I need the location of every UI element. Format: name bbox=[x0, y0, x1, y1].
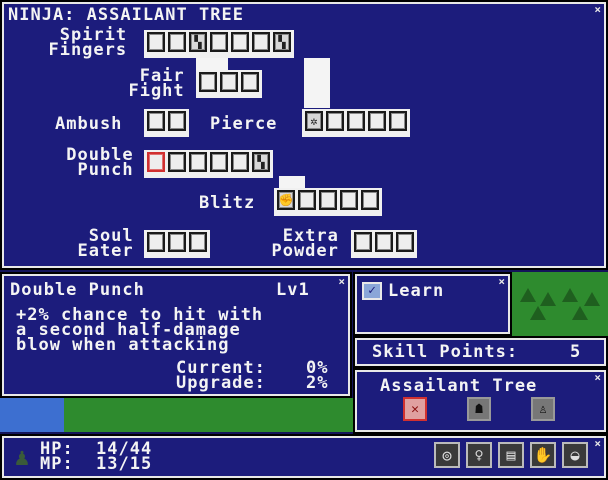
skill-label-ambush: Ambush bbox=[55, 114, 123, 134]
grass-terrain bbox=[64, 398, 354, 432]
skill-slot[interactable] bbox=[210, 32, 228, 52]
crossed-swords-icon[interactable]: ✕ bbox=[403, 397, 427, 421]
tree-sprite bbox=[572, 306, 588, 320]
figure-icon[interactable]: ♙ bbox=[531, 397, 555, 421]
skill-slots-fair-fight[interactable] bbox=[196, 70, 262, 98]
tooth-icon[interactable]: ▚ bbox=[252, 152, 270, 172]
tooth-icon[interactable]: ▚ bbox=[273, 32, 291, 52]
skill-label-pierce: Pierce bbox=[210, 114, 278, 134]
skill-slot[interactable] bbox=[168, 232, 186, 252]
close-icon[interactable]: × bbox=[594, 438, 601, 450]
skill-slot[interactable] bbox=[147, 32, 165, 52]
skill-slot[interactable] bbox=[340, 190, 358, 210]
tree-sprite bbox=[520, 288, 536, 302]
skill-slot[interactable] bbox=[147, 111, 165, 131]
ghost-icon[interactable]: ☗ bbox=[467, 397, 491, 421]
skill-label-extra-powder: Extra Powder bbox=[271, 226, 339, 261]
menu-icons: ◎ ♀ ▤ ✋ ◒ bbox=[434, 442, 588, 468]
skill-slots-ambush[interactable] bbox=[144, 109, 189, 137]
skill-slot[interactable] bbox=[354, 232, 372, 252]
tree-connector bbox=[279, 176, 305, 188]
close-icon[interactable]: × bbox=[338, 276, 345, 288]
skill-name: Double Punch bbox=[10, 280, 145, 300]
close-icon[interactable]: × bbox=[594, 372, 601, 384]
skill-slot[interactable] bbox=[168, 152, 186, 172]
skill-slot[interactable] bbox=[231, 32, 249, 52]
journal-icon[interactable]: ▤ bbox=[498, 442, 524, 468]
upgrade-value: 2% bbox=[306, 373, 329, 393]
tooth-icon[interactable]: ▚ bbox=[189, 32, 207, 52]
skill-label-double-punch: Double Punch bbox=[66, 145, 134, 180]
skill-slot[interactable] bbox=[220, 72, 238, 92]
skill-slot[interactable] bbox=[189, 232, 207, 252]
skill-slots-pierce[interactable]: ✲ bbox=[302, 109, 410, 137]
tree-sprite bbox=[540, 292, 556, 306]
learn-button[interactable]: ✓ Learn bbox=[362, 282, 444, 300]
skill-description: +2% chance to hit with a second half-dam… bbox=[16, 305, 264, 355]
upgrade-label: Upgrade: bbox=[176, 373, 266, 393]
skill-slot[interactable] bbox=[168, 111, 186, 131]
tree-connector bbox=[304, 58, 330, 108]
tree-sprite bbox=[530, 306, 546, 320]
skill-slot[interactable] bbox=[368, 111, 386, 131]
mp-label: MP: bbox=[40, 454, 74, 474]
fist-icon[interactable]: ✊ bbox=[277, 190, 295, 210]
checkbox-icon[interactable]: ✓ bbox=[362, 282, 382, 300]
skill-label-blitz: Blitz bbox=[199, 193, 256, 213]
skill-slot[interactable] bbox=[326, 111, 344, 131]
tree-sprite bbox=[584, 292, 600, 306]
skill-slot[interactable] bbox=[210, 152, 228, 172]
skill-slot[interactable] bbox=[347, 111, 365, 131]
close-icon[interactable]: × bbox=[594, 4, 601, 16]
skill-slot[interactable] bbox=[147, 232, 165, 252]
skill-slot[interactable] bbox=[168, 32, 186, 52]
skill-slot[interactable] bbox=[319, 190, 337, 210]
skill-slot[interactable] bbox=[199, 72, 217, 92]
avatar: ♟ bbox=[14, 443, 30, 471]
water-terrain bbox=[0, 398, 64, 432]
skill-slot[interactable] bbox=[241, 72, 259, 92]
page-title: NINJA: ASSAILANT TREE bbox=[8, 5, 244, 25]
tree-sprite bbox=[562, 288, 578, 302]
skill-slots-blitz[interactable]: ✊ bbox=[274, 188, 382, 216]
skill-slot[interactable] bbox=[231, 152, 249, 172]
skill-points-value: 5 bbox=[570, 342, 582, 362]
skill-label-soul-eater: Soul Eater bbox=[77, 226, 134, 261]
skill-slot[interactable] bbox=[252, 32, 270, 52]
skill-slot[interactable] bbox=[189, 152, 207, 172]
target-icon[interactable]: ◎ bbox=[434, 442, 460, 468]
pot-icon[interactable]: ◒ bbox=[562, 442, 588, 468]
skill-slot[interactable] bbox=[389, 111, 407, 131]
skill-slot[interactable] bbox=[361, 190, 379, 210]
skill-slot[interactable] bbox=[396, 232, 414, 252]
tree-connector bbox=[196, 58, 228, 70]
skill-slot[interactable] bbox=[375, 232, 393, 252]
skill-slots-extra-powder[interactable] bbox=[351, 230, 417, 258]
skill-slots-double-punch[interactable]: ▚ bbox=[144, 150, 273, 178]
skill-points-label: Skill Points: bbox=[372, 342, 519, 362]
hand-icon[interactable]: ✋ bbox=[530, 442, 556, 468]
skill-level: Lv1 bbox=[276, 280, 310, 300]
learn-label: Learn bbox=[388, 281, 445, 301]
skill-slots-soul-eater[interactable] bbox=[144, 230, 210, 258]
close-icon[interactable]: × bbox=[498, 276, 505, 288]
skill-label-fair-fight: Fair Fight bbox=[128, 66, 185, 101]
skill-slots-spirit-fingers[interactable]: ▚ ▚ bbox=[144, 30, 294, 58]
tree-select-title: Assailant Tree bbox=[380, 376, 538, 396]
mp-value: 13/15 bbox=[96, 454, 153, 474]
skill-slot[interactable] bbox=[298, 190, 316, 210]
character-icon[interactable]: ♀ bbox=[466, 442, 492, 468]
skill-slot-selected[interactable] bbox=[147, 152, 165, 172]
skill-label-spirit-fingers: Spirit Fingers bbox=[48, 25, 128, 60]
star-icon[interactable]: ✲ bbox=[305, 111, 323, 131]
